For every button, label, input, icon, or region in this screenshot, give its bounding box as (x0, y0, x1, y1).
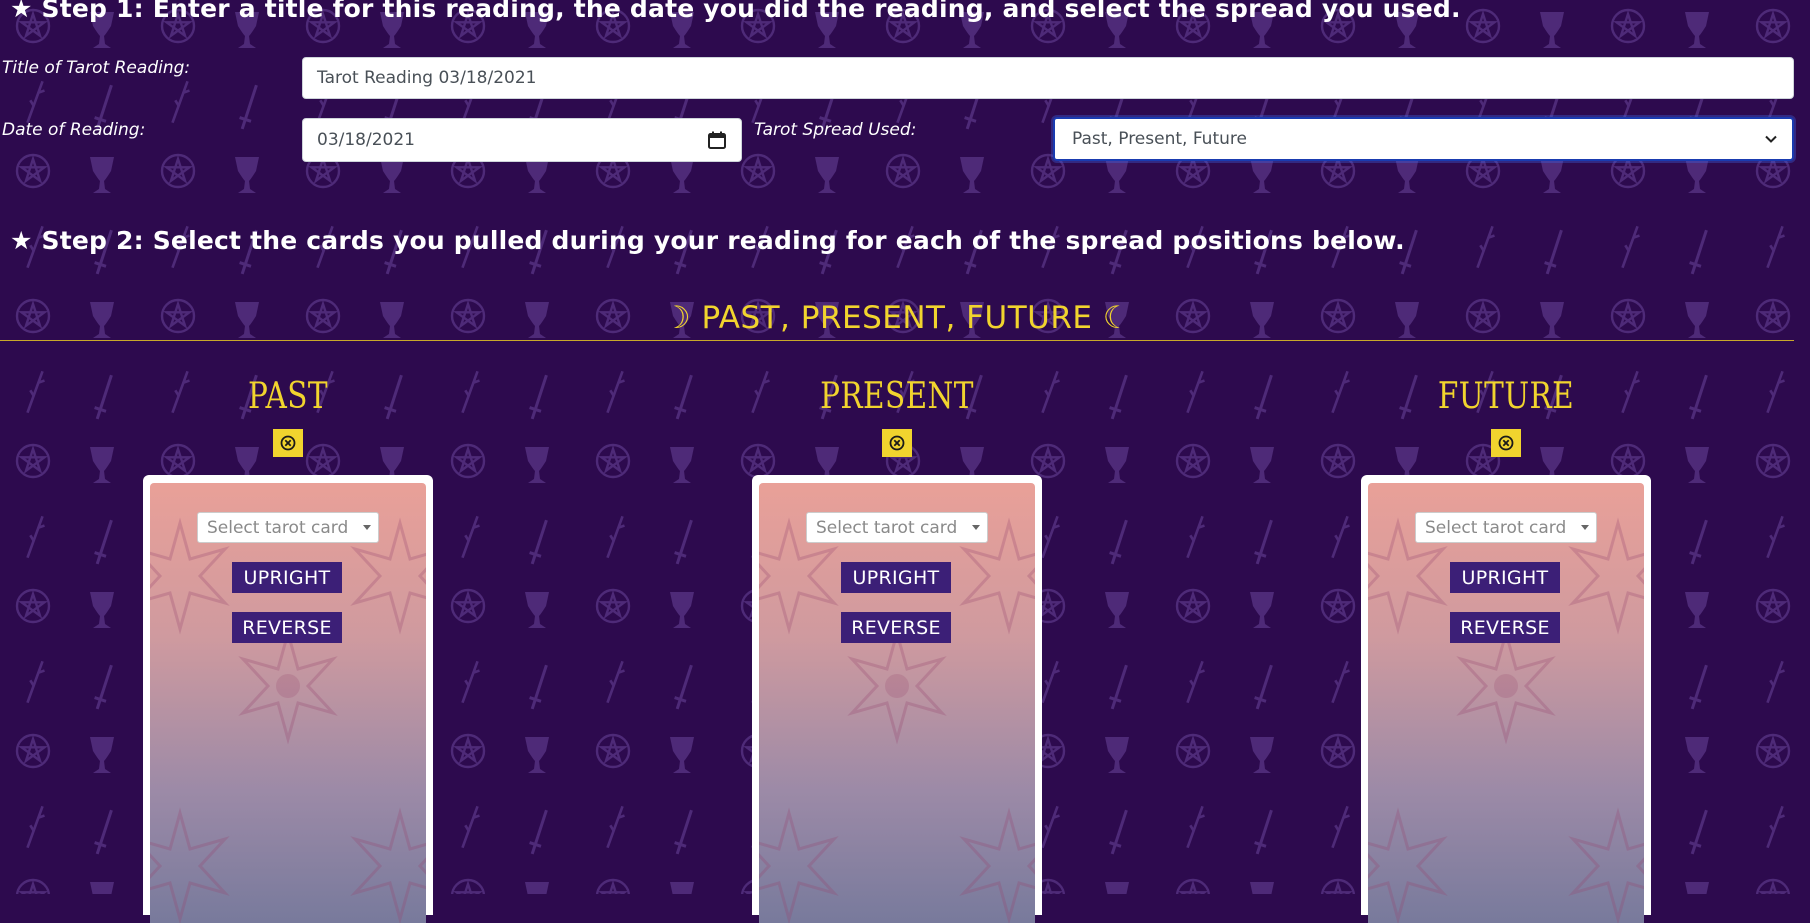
position-past: PAST Select tarot card UPRIGHT REVERSE (143, 370, 433, 923)
step1-heading: ★ Step 1: Enter a title for this reading… (10, 0, 1461, 23)
card-back: Select tarot card UPRIGHT REVERSE (759, 483, 1035, 923)
caret-down-icon (1581, 525, 1589, 530)
position-future: FUTURE Select tarot card UPRIGHT REVERSE (1361, 370, 1651, 923)
card-select-placeholder: Select tarot card (1425, 517, 1567, 538)
caret-down-icon (972, 525, 980, 530)
spread-label: Tarot Spread Used: (754, 120, 917, 140)
reverse-button[interactable]: REVERSE (232, 612, 342, 643)
title-input-value: Tarot Reading 03/18/2021 (317, 68, 537, 88)
tarot-card: Select tarot card UPRIGHT REVERSE (143, 475, 433, 923)
spread-divider (0, 340, 1794, 341)
card-select[interactable]: Select tarot card (806, 512, 988, 543)
tarot-card: Select tarot card UPRIGHT REVERSE (1361, 475, 1651, 923)
close-circle-icon (280, 435, 296, 451)
date-input-value: 03/18/2021 (317, 130, 415, 150)
clear-card-button[interactable] (1491, 429, 1521, 457)
clear-card-button[interactable] (273, 429, 303, 457)
spread-title: ☽ PAST, PRESENT, FUTURE ☾ (662, 300, 1132, 336)
star-pattern-icon (759, 517, 1035, 923)
star-pattern-icon (1368, 517, 1644, 923)
tarot-card: Select tarot card UPRIGHT REVERSE (752, 475, 1042, 923)
tarot-reading-form: ★ Step 1: Enter a title for this reading… (0, 0, 1810, 923)
card-back: Select tarot card UPRIGHT REVERSE (150, 483, 426, 923)
step2-heading: ★ Step 2: Select the cards you pulled du… (10, 226, 1405, 255)
upright-button[interactable]: UPRIGHT (232, 562, 342, 593)
upright-button[interactable]: UPRIGHT (841, 562, 951, 593)
card-select-placeholder: Select tarot card (816, 517, 958, 538)
close-circle-icon (1498, 435, 1514, 451)
reverse-button[interactable]: REVERSE (841, 612, 951, 643)
reverse-button[interactable]: REVERSE (1450, 612, 1560, 643)
title-input[interactable]: Tarot Reading 03/18/2021 (302, 57, 1794, 99)
spread-select-value: Past, Present, Future (1072, 129, 1247, 149)
card-select[interactable]: Select tarot card (197, 512, 379, 543)
spread-select[interactable]: Past, Present, Future (1053, 117, 1794, 161)
title-label: Title of Tarot Reading: (2, 58, 191, 78)
position-present: PRESENT Select tarot card UPRIGHT REVERS… (752, 370, 1042, 923)
card-select[interactable]: Select tarot card (1415, 512, 1597, 543)
caret-down-icon (363, 525, 371, 530)
star-pattern-icon (150, 517, 426, 923)
position-title: PAST (247, 376, 329, 417)
position-title: FUTURE (1437, 376, 1575, 417)
upright-button[interactable]: UPRIGHT (1450, 562, 1560, 593)
chevron-down-icon (1765, 135, 1777, 143)
card-back: Select tarot card UPRIGHT REVERSE (1368, 483, 1644, 923)
close-circle-icon (889, 435, 905, 451)
date-input[interactable]: 03/18/2021 (302, 118, 742, 162)
clear-card-button[interactable] (882, 429, 912, 457)
date-label: Date of Reading: (2, 120, 146, 140)
calendar-icon[interactable] (707, 130, 727, 150)
card-select-placeholder: Select tarot card (207, 517, 349, 538)
position-title: PRESENT (820, 376, 974, 417)
